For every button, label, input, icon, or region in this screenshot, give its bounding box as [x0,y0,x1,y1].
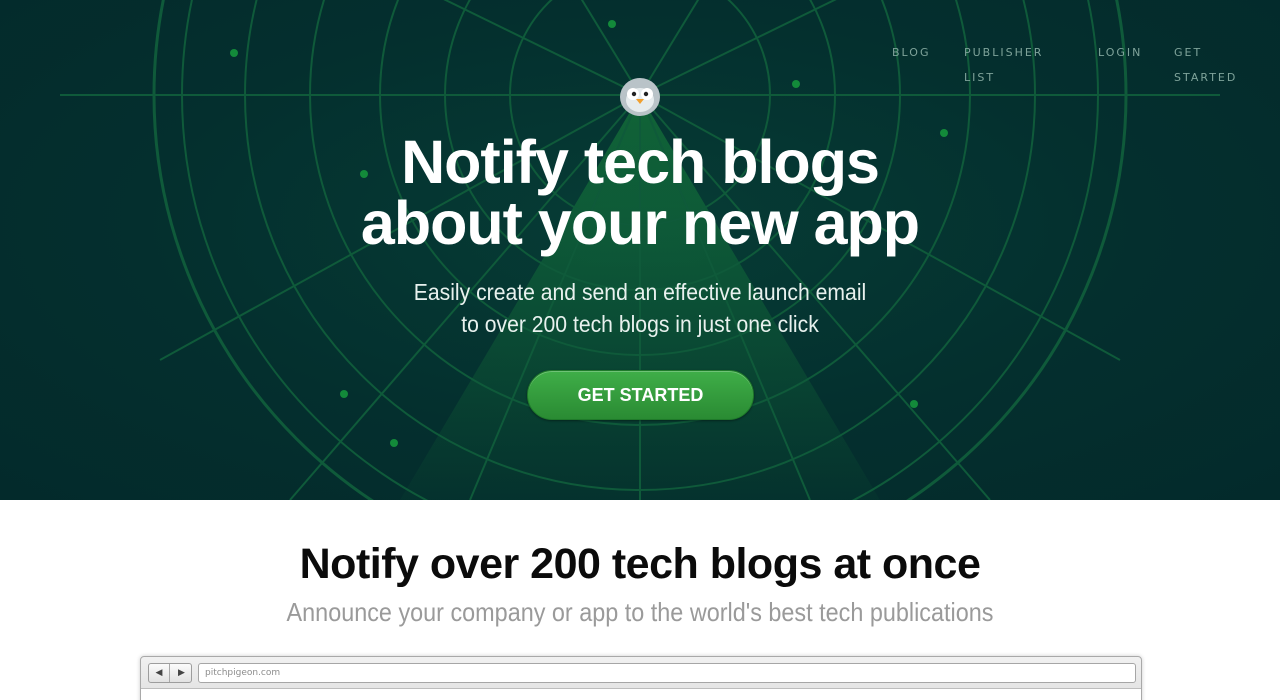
get-started-button[interactable]: GET STARTED [527,370,754,420]
arrow-right-icon: ▶ [178,668,185,678]
browser-mockup: ◀ ▶ pitchpigeon.com [140,656,1142,700]
browser-nav-buttons: ◀ ▶ [148,663,192,683]
browser-content [141,688,1141,700]
nav-link-blog[interactable]: BLOG [892,40,942,65]
features-subtitle: Announce your company or app to the worl… [286,597,994,627]
features-title: Notify over 200 tech blogs at once [299,540,981,588]
hero-title-line-2: about your new app [360,189,920,257]
hero-title: Notify tech blogs about your new app [0,132,1280,254]
hero-title-line-1: Notify tech blogs [401,128,880,196]
arrow-left-icon: ◀ [149,664,170,682]
nav-link-login[interactable]: LOGIN [1098,40,1158,65]
nav-link-get-started[interactable]: GET STARTED [1174,40,1244,90]
hero-section: BLOG PUBLISHER LIST LOGIN GET STARTED No… [0,0,1280,500]
hero-subtitle-line-2: to over 200 tech blogs in just one click [461,311,819,337]
pigeon-logo-icon[interactable] [618,73,662,117]
hero-subtitle: Easily create and send an effective laun… [51,276,1229,340]
browser-url-bar: pitchpigeon.com [198,663,1136,683]
nav-link-publisher-list[interactable]: PUBLISHER LIST [964,40,1054,90]
hero-subtitle-line-1: Easily create and send an effective laun… [413,279,867,305]
